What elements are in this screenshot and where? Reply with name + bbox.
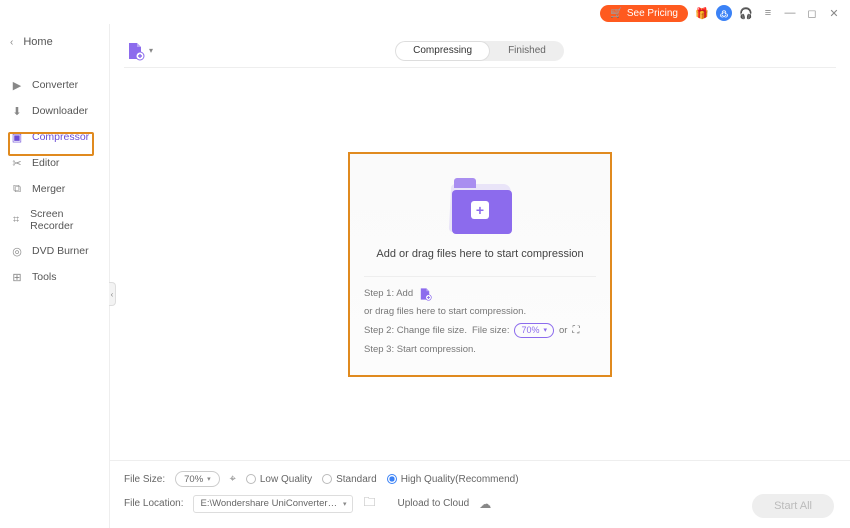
- target-icon[interactable]: ⌖: [230, 473, 236, 486]
- drop-zone[interactable]: + Add or drag files here to start compre…: [348, 152, 612, 377]
- size-pill[interactable]: 70%: [514, 323, 554, 338]
- settings-icon[interactable]: ⛶: [572, 325, 579, 336]
- cart-icon: 🛒: [610, 8, 622, 19]
- sidebar-item-downloader[interactable]: ⬇ Downloader: [0, 98, 109, 124]
- editor-icon: ✂: [10, 156, 24, 170]
- dvd-burner-icon: ◎: [10, 244, 24, 258]
- radio-standard[interactable]: Standard: [322, 474, 377, 485]
- add-file-button[interactable]: [124, 40, 146, 62]
- step-text: Step 2: Change file size.: [364, 325, 467, 336]
- radio-dot: [387, 474, 397, 484]
- radio-high-quality[interactable]: High Quality(Recommend): [387, 474, 519, 485]
- dropzone-title: Add or drag files here to start compress…: [364, 248, 596, 260]
- sidebar-item-merger[interactable]: ⧉ Merger: [0, 176, 109, 202]
- see-pricing-label: See Pricing: [627, 8, 678, 19]
- maximize-icon[interactable]: ◻: [804, 5, 820, 21]
- sidebar-item-label: Converter: [32, 79, 78, 91]
- menu-icon[interactable]: ≡: [760, 5, 776, 21]
- sidebar-item-dvd-burner[interactable]: ◎ DVD Burner: [0, 238, 109, 264]
- step-3: Step 3: Start compression.: [364, 344, 596, 355]
- sidebar-item-tools[interactable]: ⊞ Tools: [0, 264, 109, 290]
- sidebar-item-label: Screen Recorder: [30, 208, 99, 232]
- filesize-dropdown[interactable]: 70%: [175, 471, 220, 487]
- step-text: File size:: [472, 325, 509, 336]
- close-icon[interactable]: ✕: [826, 5, 842, 21]
- sidebar-item-converter[interactable]: ▶ Converter: [0, 72, 109, 98]
- divider: [364, 276, 596, 277]
- main-panel: ▾ Compressing Finished + Add or drag fil…: [110, 24, 850, 528]
- gift-icon[interactable]: 🎁: [694, 5, 710, 21]
- filesize-label: File Size:: [124, 474, 165, 485]
- merger-icon: ⧉: [10, 182, 24, 196]
- downloader-icon: ⬇: [10, 104, 24, 118]
- see-pricing-button[interactable]: 🛒 See Pricing: [600, 5, 688, 22]
- sidebar-item-label: Merger: [32, 183, 65, 195]
- sidebar-item-label: Editor: [32, 157, 59, 169]
- folder-add-icon: +: [450, 184, 510, 232]
- step-2: Step 2: Change file size. File size: 70%…: [364, 323, 596, 338]
- tab-label: Finished: [508, 45, 546, 56]
- cloud-icon[interactable]: ☁: [479, 497, 491, 511]
- radio-dot: [246, 474, 256, 484]
- radio-low-quality[interactable]: Low Quality: [246, 474, 312, 485]
- compressor-icon: ▣: [10, 130, 24, 144]
- start-all-label: Start All: [774, 500, 812, 512]
- headset-icon[interactable]: 🎧: [738, 5, 754, 21]
- step-text: or drag files here to start compression.: [364, 306, 526, 317]
- converter-icon: ▶: [10, 78, 24, 92]
- location-dropdown[interactable]: E:\Wondershare UniConverter 13: [193, 495, 353, 513]
- radio-dot: [322, 474, 332, 484]
- step-text: Step 3: Start compression.: [364, 344, 476, 355]
- account-icon[interactable]: ߷: [716, 5, 732, 21]
- open-folder-icon[interactable]: 🗀: [363, 493, 375, 514]
- sidebar-item-screen-recorder[interactable]: ⌗ Screen Recorder: [0, 202, 109, 238]
- sidebar-item-label: Compressor: [32, 131, 89, 143]
- chevron-down-icon[interactable]: ▾: [149, 46, 153, 55]
- chevron-left-icon: ‹: [10, 37, 13, 48]
- radio-label: Low Quality: [260, 474, 312, 485]
- sidebar-item-label: Downloader: [32, 105, 88, 117]
- radio-label: Standard: [336, 474, 377, 485]
- file-add-icon: [418, 287, 432, 301]
- minimize-icon[interactable]: —: [782, 5, 798, 21]
- sidebar: ‹ Home ▶ Converter ⬇ Downloader ▣ Compre…: [0, 24, 110, 528]
- bottom-bar: File Size: 70% ⌖ Low Quality Standard Hi…: [110, 460, 850, 528]
- title-bar: 🛒 See Pricing 🎁 ߷ 🎧 ≡ — ◻ ✕: [0, 0, 850, 24]
- radio-label: High Quality(Recommend): [401, 474, 519, 485]
- tab-finished[interactable]: Finished: [490, 41, 564, 61]
- size-value: 70%: [521, 325, 539, 335]
- sidebar-item-label: DVD Burner: [32, 245, 89, 257]
- home-button[interactable]: ‹ Home: [0, 30, 109, 54]
- tools-icon: ⊞: [10, 270, 24, 284]
- start-all-button[interactable]: Start All: [752, 494, 834, 518]
- screen-recorder-icon: ⌗: [10, 213, 22, 227]
- upload-label: Upload to Cloud: [398, 498, 470, 509]
- file-add-icon: [125, 41, 145, 61]
- location-label: File Location:: [124, 498, 183, 509]
- sidebar-item-compressor[interactable]: ▣ Compressor: [0, 124, 109, 150]
- home-label: Home: [23, 36, 52, 48]
- sidebar-item-label: Tools: [32, 271, 57, 283]
- sidebar-item-editor[interactable]: ✂ Editor: [0, 150, 109, 176]
- step-1: Step 1: Add or drag files here to start …: [364, 287, 596, 317]
- tab-segment: Compressing Finished: [395, 41, 564, 61]
- step-text: or: [559, 325, 567, 336]
- step-text: Step 1: Add: [364, 288, 413, 299]
- filesize-value: 70%: [184, 474, 203, 485]
- tab-compressing[interactable]: Compressing: [395, 41, 490, 61]
- location-value: E:\Wondershare UniConverter 13: [200, 498, 338, 509]
- tab-label: Compressing: [413, 45, 472, 56]
